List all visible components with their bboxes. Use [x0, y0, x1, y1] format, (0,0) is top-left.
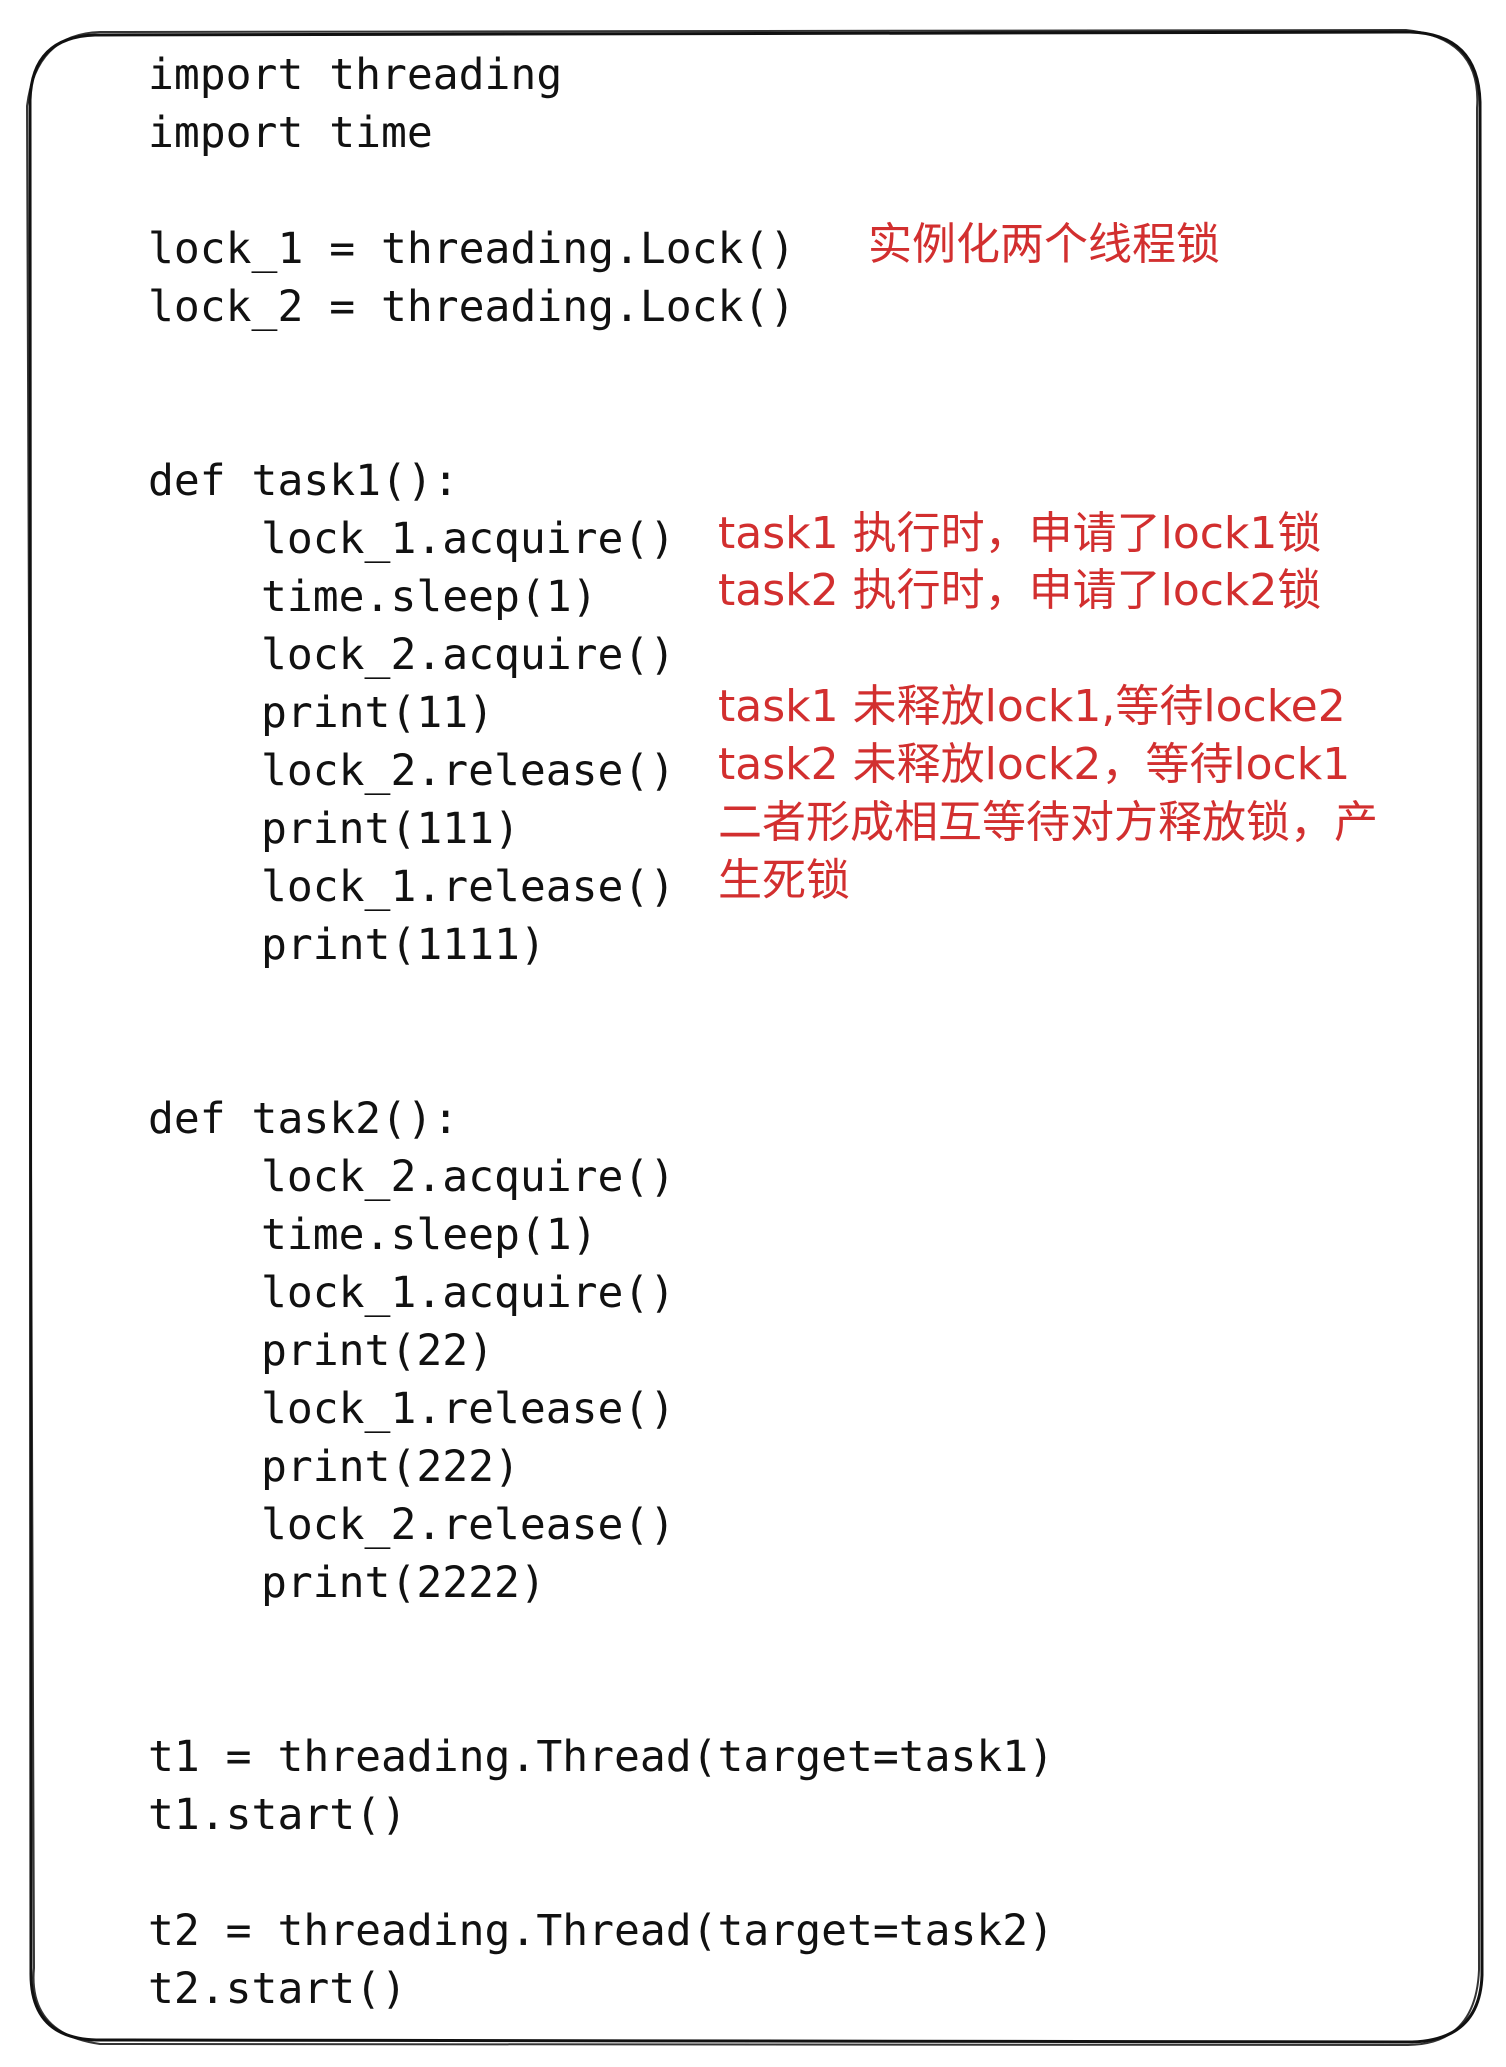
code-line: lock_2.release()	[261, 746, 676, 796]
code-line: print(111)	[261, 804, 520, 854]
code-line: lock_2.acquire()	[261, 1152, 676, 1202]
code-line: lock_1.release()	[261, 1384, 676, 1434]
code-line: print(2222)	[261, 1558, 546, 1608]
code-line: print(11)	[261, 688, 494, 738]
code-line: print(1111)	[261, 920, 546, 970]
code-line: import threading	[148, 50, 563, 100]
code-line: t1.start()	[148, 1790, 407, 1840]
code-line: lock_1 = threading.Lock()	[148, 224, 796, 274]
annotation-lock-init: 实例化两个线程锁	[868, 219, 1220, 270]
annotation-task1-acquire: task1 执行时，申请了lock1锁	[718, 508, 1322, 559]
annotation-task1-wait: task1 未释放lock1,等待locke2	[718, 681, 1346, 732]
code-line: time.sleep(1)	[261, 572, 598, 622]
annotation-task2-wait: task2 未释放lock2，等待lock1	[718, 739, 1351, 790]
code-line: print(22)	[261, 1326, 494, 1376]
code-line: lock_2.acquire()	[261, 630, 676, 680]
code-line: lock_1.acquire()	[261, 514, 676, 564]
code-line: def task1():	[148, 456, 459, 506]
code-line: t1 = threading.Thread(target=task1)	[148, 1732, 1055, 1782]
annotation-deadlock-line-1: 二者形成相互等待对方释放锁，产	[718, 797, 1378, 848]
code-line: t2.start()	[148, 1964, 407, 2014]
code-line: time.sleep(1)	[261, 1210, 598, 1260]
annotation-deadlock-line-2: 生死锁	[718, 855, 850, 906]
code-line: lock_2.release()	[261, 1500, 676, 1550]
code-line: import time	[148, 108, 433, 158]
code-line: print(222)	[261, 1442, 520, 1492]
code-line: t2 = threading.Thread(target=task2)	[148, 1906, 1055, 1956]
code-line: lock_1.release()	[261, 862, 676, 912]
annotation-task2-acquire: task2 执行时，申请了lock2锁	[718, 565, 1322, 616]
code-line: lock_2 = threading.Lock()	[148, 282, 796, 332]
code-line: def task2():	[148, 1094, 459, 1144]
code-line: lock_1.acquire()	[261, 1268, 676, 1318]
